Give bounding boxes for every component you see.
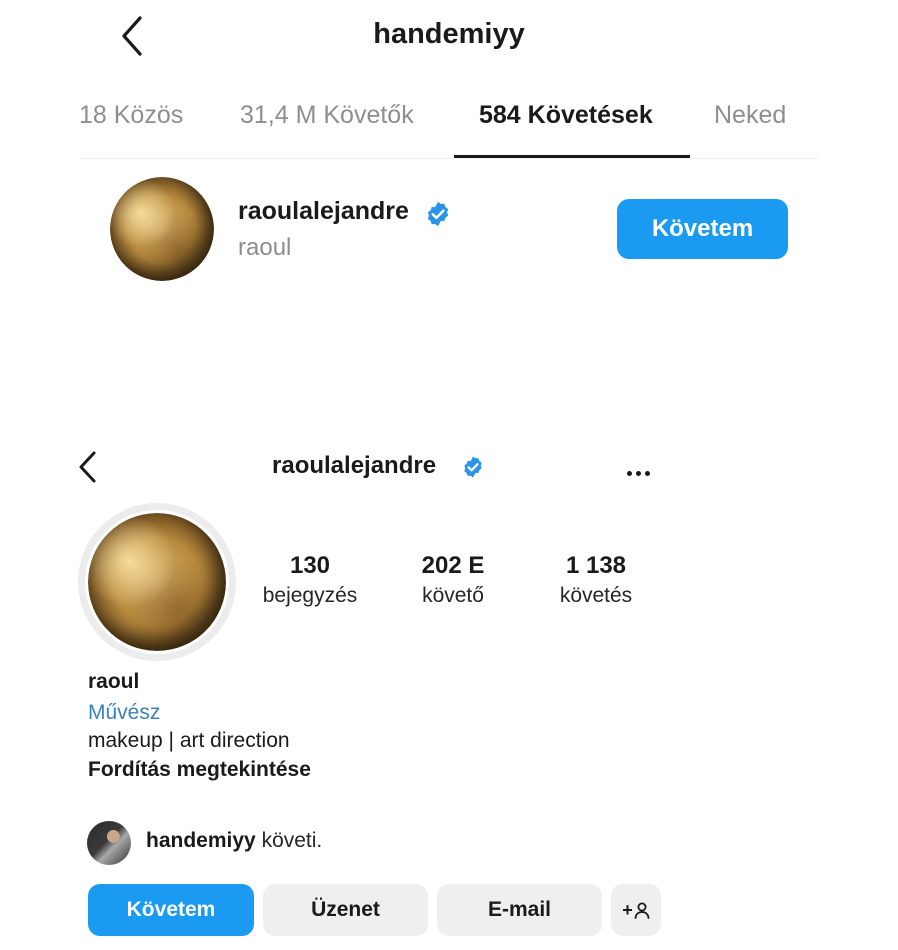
bio-category: Művész: [88, 701, 161, 724]
tab-followers[interactable]: 31,4 M Követők: [240, 101, 414, 130]
profile-avatar[interactable]: [78, 503, 236, 661]
bio-name: raoul: [88, 670, 140, 693]
tab-divider: [80, 158, 818, 159]
verified-badge-icon: [424, 200, 452, 233]
message-button[interactable]: Üzenet: [263, 884, 428, 936]
stat-followers-label: követő: [422, 584, 484, 607]
stat-followers-value: 202 E: [421, 552, 485, 579]
mutual-follower-suffix: követi.: [261, 829, 323, 852]
tab-active-indicator: [454, 155, 690, 158]
add-person-button[interactable]: +: [611, 884, 661, 936]
avatar-image: [110, 177, 214, 281]
list-item-fullname: raoul: [238, 234, 292, 261]
bio-text: makeup | art direction: [88, 729, 290, 752]
page-title: handemiyy: [373, 18, 525, 50]
email-button[interactable]: E-mail: [437, 884, 602, 936]
stat-following-value: 1 138: [565, 552, 627, 579]
mutual-follower-avatar[interactable]: [87, 821, 131, 865]
tab-for-you[interactable]: Neked: [714, 101, 786, 130]
avatar[interactable]: [110, 177, 214, 281]
follow-button[interactable]: Követem: [617, 199, 788, 259]
stat-followers[interactable]: 202 E követő: [378, 552, 528, 608]
avatar-image: [88, 513, 226, 651]
mutual-follower-text[interactable]: handemiyy követi.: [146, 829, 322, 853]
more-options-icon[interactable]: [627, 463, 654, 481]
stat-following-label: követés: [559, 584, 633, 607]
tab-following[interactable]: 584 Követések: [479, 101, 653, 130]
back-icon[interactable]: [76, 449, 100, 485]
stat-posts[interactable]: 130 bejegyzés: [235, 552, 385, 608]
profile-username: raoulalejandre: [272, 452, 437, 479]
see-translation-link[interactable]: Fordítás megtekintése: [88, 758, 311, 782]
stat-posts-label: bejegyzés: [262, 584, 358, 607]
list-item-username[interactable]: raoulalejandre: [238, 197, 409, 226]
mutual-follower-username: handemiyy: [146, 829, 256, 852]
tab-mutual[interactable]: 18 Közös: [79, 101, 183, 130]
stat-posts-value: 130: [289, 552, 331, 579]
follow-button[interactable]: Követem: [88, 884, 254, 936]
stat-following[interactable]: 1 138 követés: [521, 552, 671, 608]
add-person-icon: +: [622, 900, 650, 921]
verified-badge-icon: [461, 455, 485, 484]
